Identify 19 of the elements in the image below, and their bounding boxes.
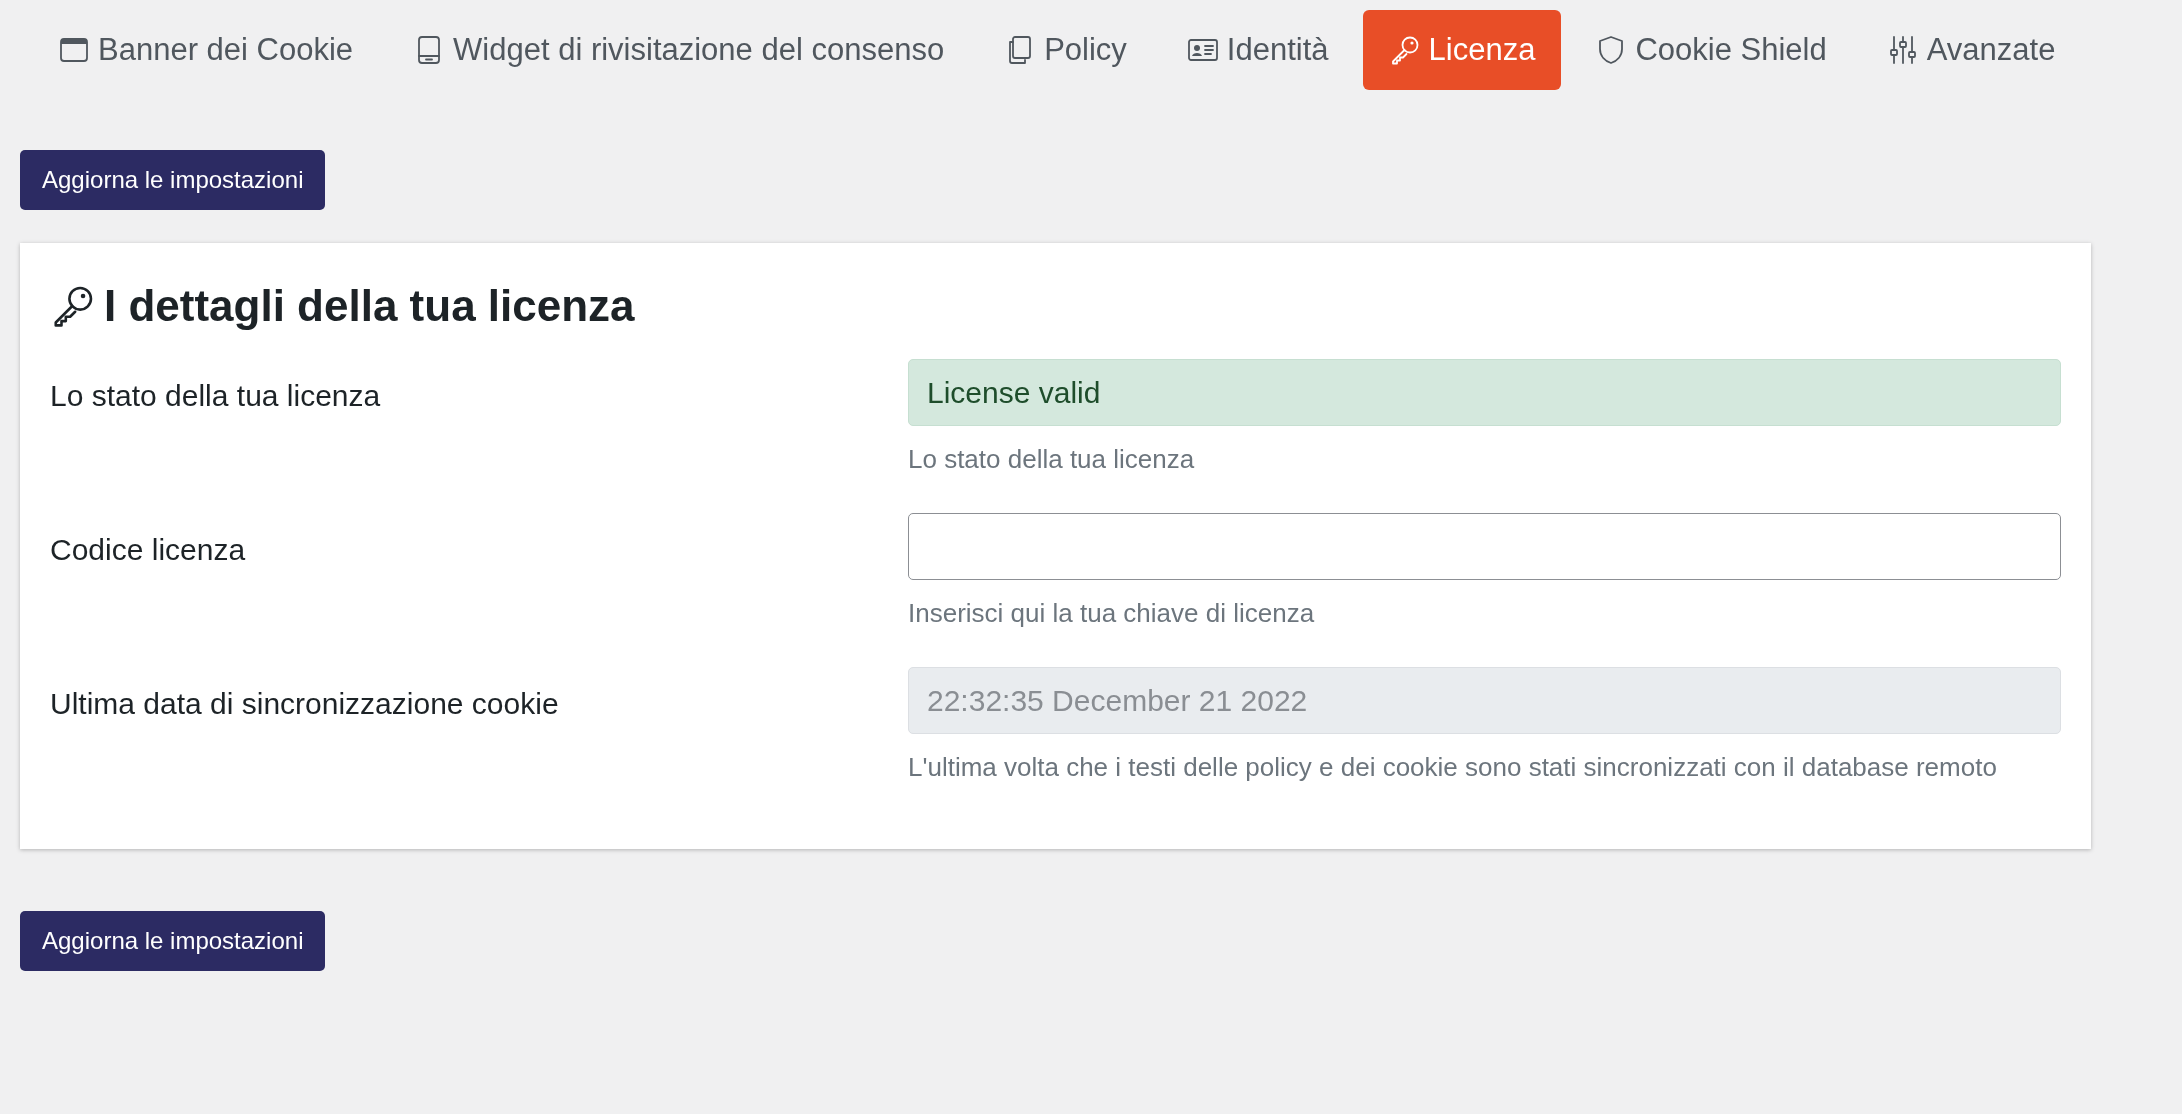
sync-date-field: 22:32:35 December 21 2022	[908, 667, 2061, 734]
field-label: Lo stato della tua licenza	[50, 379, 382, 413]
help-text: Lo stato della tua licenza	[908, 443, 1196, 476]
update-settings-button[interactable]: Aggiorna le impostazioni	[20, 911, 326, 971]
license-status-field: License valid	[908, 359, 2061, 426]
tab[interactable]: Policy	[978, 10, 1153, 90]
tab[interactable]: Licenza	[1362, 10, 1562, 90]
tab[interactable]: Cookie Shield	[1569, 10, 1853, 90]
tab[interactable]: Avanzate	[1860, 10, 2082, 90]
tab[interactable]: Identità	[1160, 10, 1355, 90]
field-label: Ultima data di sincronizzazione cookie	[50, 687, 560, 721]
card-title: I dettagli della tua licenza	[104, 281, 635, 331]
license-key-input[interactable]	[908, 513, 2061, 580]
help-text: L'ultima volta che i testi delle policy e dei cookie sono stati sincronizzati con il database remoto	[908, 751, 1998, 784]
update-settings-button[interactable]: Aggiorna le impostazioni	[20, 150, 326, 210]
help-text: Inserisci qui la tua chiave di licenza	[908, 597, 1316, 630]
tab[interactable]: Widget di rivisitazione del consenso	[387, 10, 971, 90]
tab[interactable]: Banner dei Cookie	[32, 10, 380, 90]
field-label: Codice licenza	[50, 533, 247, 567]
